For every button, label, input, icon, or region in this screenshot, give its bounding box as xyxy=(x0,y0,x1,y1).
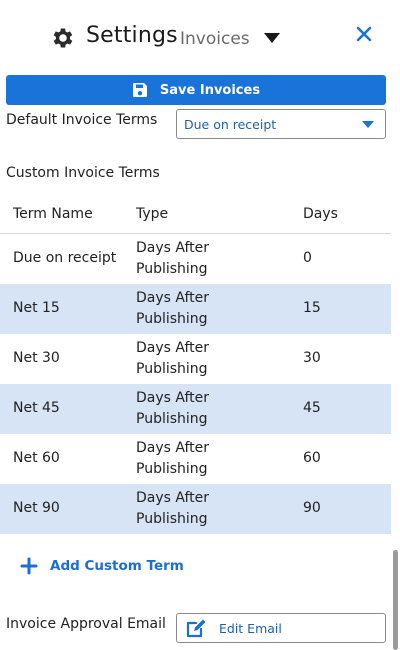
term-type-cell: Days After Publishing xyxy=(136,340,210,377)
table-header: Term Name Type Days xyxy=(0,198,391,234)
dropdown-arrow-icon xyxy=(362,121,374,128)
page-title: Settings xyxy=(86,23,178,48)
add-custom-term-label: Add Custom Term xyxy=(50,558,184,574)
settings-header: Settings Invoices xyxy=(0,0,400,75)
term-name-cell: Due on receipt xyxy=(13,250,117,266)
column-header-days: Days xyxy=(303,206,338,222)
floppy-disk-icon xyxy=(132,83,147,97)
page-subtitle[interactable]: Invoices xyxy=(180,29,250,49)
term-name-cell: Net 15 xyxy=(13,300,60,316)
term-type-cell: Days After Publishing xyxy=(136,390,210,427)
approval-email-label: Invoice Approval Email xyxy=(6,616,166,632)
table-row[interactable]: Net 15 Days After Publishing 15 xyxy=(0,284,391,334)
term-name-cell: Net 45 xyxy=(13,400,60,416)
custom-terms-table: Term Name Type Days Due on receipt Days … xyxy=(0,198,391,534)
term-days-cell: 60 xyxy=(303,450,321,466)
term-days-cell: 90 xyxy=(303,500,321,516)
edit-icon xyxy=(186,619,206,638)
term-name-cell: Net 60 xyxy=(13,450,60,466)
table-row[interactable]: Net 90 Days After Publishing 90 xyxy=(0,484,391,534)
default-terms-select[interactable]: Due on receipt xyxy=(176,109,386,139)
term-days-cell: 0 xyxy=(303,250,312,266)
chevron-down-icon[interactable] xyxy=(264,33,280,43)
save-invoices-button[interactable]: Save Invoices xyxy=(6,75,386,105)
close-icon[interactable] xyxy=(354,24,374,44)
edit-email-button[interactable]: Edit Email xyxy=(176,613,386,643)
default-terms-value: Due on receipt xyxy=(184,117,277,132)
save-invoices-label: Save Invoices xyxy=(159,82,261,98)
column-header-term-name: Term Name xyxy=(13,206,93,222)
term-days-cell: 45 xyxy=(303,400,321,416)
column-header-type: Type xyxy=(136,206,169,222)
table-row[interactable]: Net 60 Days After Publishing 60 xyxy=(0,434,391,484)
term-type-cell: Days After Publishing xyxy=(136,240,210,277)
edit-email-label: Edit Email xyxy=(219,621,282,636)
term-name-cell: Net 30 xyxy=(13,350,60,366)
plus-icon xyxy=(20,557,38,575)
gear-icon xyxy=(53,28,73,48)
table-row[interactable]: Net 30 Days After Publishing 30 xyxy=(0,334,391,384)
term-type-cell: Days After Publishing xyxy=(136,440,210,477)
vertical-scrollbar[interactable] xyxy=(393,550,398,650)
term-days-cell: 15 xyxy=(303,300,321,316)
custom-terms-heading: Custom Invoice Terms xyxy=(6,165,160,181)
term-name-cell: Net 90 xyxy=(13,500,60,516)
add-custom-term-button[interactable]: Add Custom Term xyxy=(20,557,184,575)
term-type-cell: Days After Publishing xyxy=(136,290,210,327)
table-row[interactable]: Net 45 Days After Publishing 45 xyxy=(0,384,391,434)
table-row[interactable]: Due on receipt Days After Publishing 0 xyxy=(0,234,391,284)
term-days-cell: 30 xyxy=(303,350,321,366)
term-type-cell: Days After Publishing xyxy=(136,490,210,527)
default-terms-label: Default Invoice Terms xyxy=(6,112,158,128)
